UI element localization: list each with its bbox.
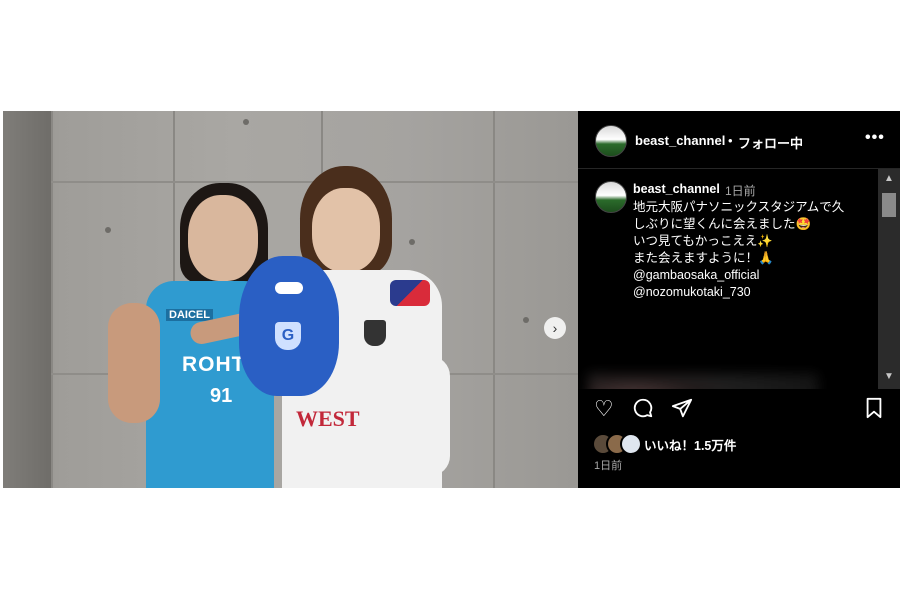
- instagram-post: DAICEL ROHTO 91 WEST G › beast_channel •…: [3, 111, 900, 488]
- caption-line: しぶりに望くんに会えました🤩: [633, 217, 812, 231]
- jersey-sponsor-text: DAICEL: [166, 309, 213, 321]
- jersey-stripe: [390, 280, 430, 306]
- heart-icon[interactable]: ♡: [594, 397, 614, 421]
- action-bar: ♡: [578, 397, 900, 427]
- wall-seam: [493, 111, 495, 488]
- scrollbar[interactable]: ▲ ▼: [878, 169, 900, 389]
- jersey-number: 91: [210, 385, 233, 407]
- follow-status[interactable]: フォロー中: [738, 133, 803, 152]
- avatar[interactable]: [620, 433, 642, 455]
- bookmark-icon[interactable]: [864, 397, 884, 424]
- jersey-emblem: [364, 320, 386, 346]
- comment-icon[interactable]: [632, 397, 654, 424]
- scroll-up-arrow-icon[interactable]: ▲: [878, 171, 900, 187]
- person-right-arm: [406, 356, 450, 476]
- next-photo-button[interactable]: ›: [544, 317, 566, 339]
- caption-line: 地元大阪パナソニックスタジアムで久: [633, 200, 845, 214]
- person-left-face: [188, 195, 258, 281]
- mascot-eyes: [275, 282, 303, 294]
- header-separator: •: [728, 133, 733, 148]
- blurred-comment: [588, 374, 818, 389]
- wall-hole: [523, 317, 529, 323]
- wall-hole: [243, 119, 249, 125]
- caption-time: 1日前: [725, 184, 756, 198]
- likes-count[interactable]: いいね！1.5万件: [644, 435, 736, 454]
- header-username[interactable]: beast_channel: [635, 133, 725, 148]
- mascot-plush: G: [239, 256, 339, 396]
- mention-link[interactable]: @nozomukotaki_730: [633, 284, 751, 301]
- post-photo[interactable]: DAICEL ROHTO 91 WEST G ›: [3, 111, 578, 488]
- caption-area: beast_channel 1日前 地元大阪パナソニックスタジアムで久 しぶりに…: [578, 169, 878, 389]
- mention-link[interactable]: @gambaosaka_official: [633, 267, 759, 284]
- avatar[interactable]: [595, 181, 627, 213]
- scroll-down-arrow-icon[interactable]: ▼: [878, 369, 900, 385]
- wall-seam: [51, 111, 53, 488]
- send-icon[interactable]: [671, 397, 693, 424]
- caption-line: いつ見てもかっこええ✨: [633, 234, 773, 248]
- post-header: beast_channel • フォロー中 •••: [578, 111, 900, 169]
- likes-row: いいね！1.5万件: [578, 433, 900, 455]
- caption-line: また会えますように！🙏: [633, 251, 774, 265]
- mascot-logo: G: [275, 322, 301, 350]
- more-horizontal-icon[interactable]: •••: [865, 129, 885, 147]
- person-left-arm: [108, 303, 160, 423]
- concrete-pillar: [3, 111, 51, 488]
- avatar[interactable]: [595, 125, 627, 157]
- post-side-panel: beast_channel • フォロー中 ••• beast_channel …: [578, 111, 900, 488]
- caption-username[interactable]: beast_channel: [633, 181, 720, 198]
- jersey-print: WEST: [296, 406, 360, 431]
- post-date[interactable]: 1日前: [594, 457, 622, 473]
- scroll-thumb[interactable]: [882, 193, 896, 217]
- person-right-face: [312, 188, 380, 272]
